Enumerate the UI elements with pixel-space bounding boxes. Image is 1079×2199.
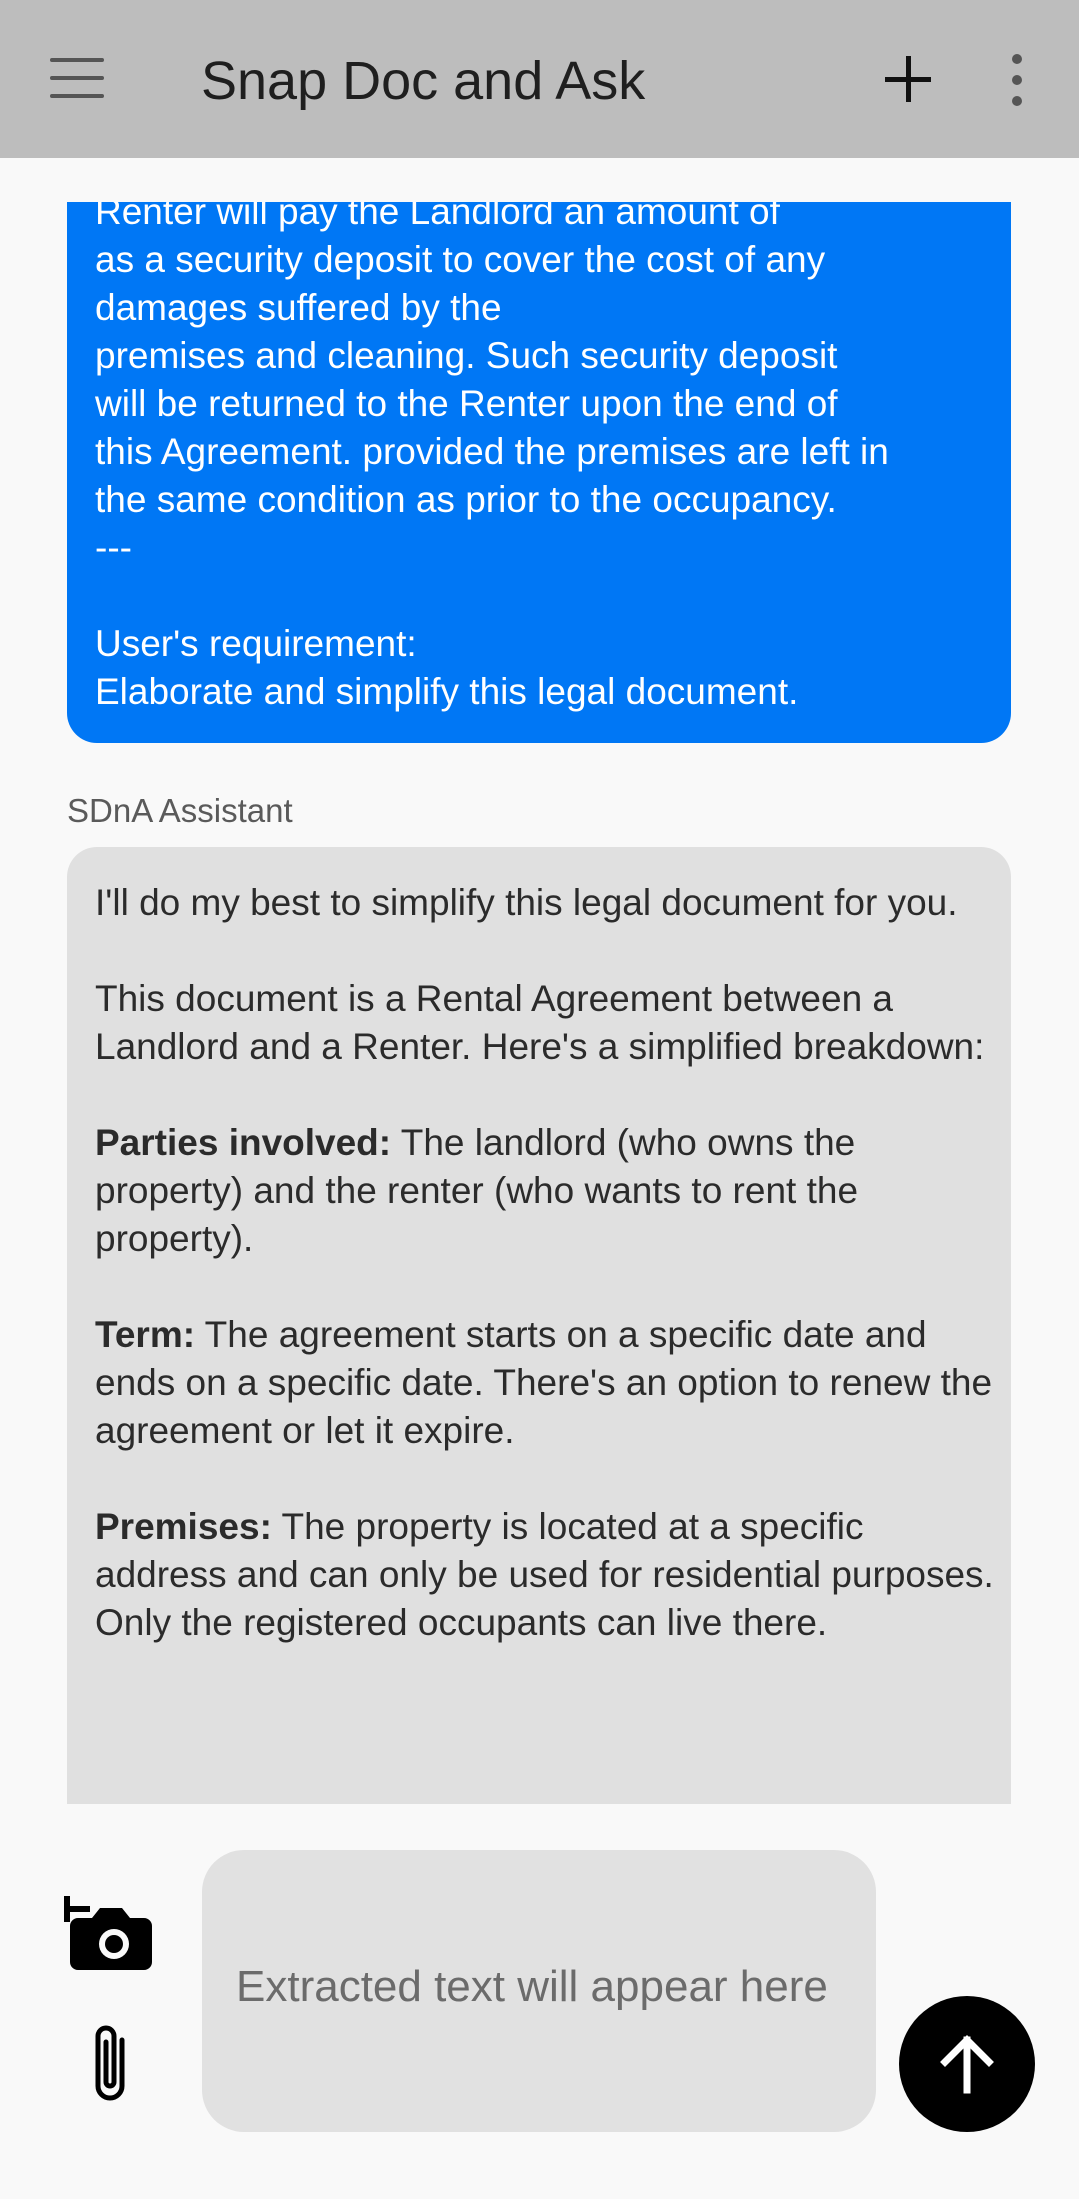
chat-area[interactable]: Renter will pay the Landlord an amount o… (0, 158, 1079, 1804)
user-message-bubble: Renter will pay the Landlord an amount o… (67, 202, 1011, 743)
input-placeholder: Extracted text will appear here (236, 1962, 828, 2011)
section-term: Term: The agreement starts on a specific… (95, 1311, 1000, 1455)
send-button[interactable] (899, 1996, 1035, 2132)
assistant-sender-label: SDnA Assistant (67, 792, 293, 829)
plus-icon[interactable] (885, 56, 931, 102)
app-bar: Snap Doc and Ask (0, 0, 1079, 158)
section-heading: Term: (95, 1314, 196, 1355)
app-title: Snap Doc and Ask (201, 51, 646, 111)
composer-area: Extracted text will appear here (0, 1804, 1079, 2199)
assistant-intro: I'll do my best to simplify this legal d… (95, 882, 958, 923)
section-parties: Parties involved: The landlord (who owns… (95, 1119, 1000, 1263)
section-premises: Premises: The property is located at a s… (95, 1503, 1000, 1647)
assistant-message-text: I'll do my best to simplify this legal d… (95, 879, 1000, 1695)
more-vert-icon[interactable] (1001, 52, 1033, 108)
hamburger-menu-icon[interactable] (50, 58, 106, 98)
attach-file-icon[interactable] (88, 2022, 136, 2110)
assistant-message-bubble: I'll do my best to simplify this legal d… (67, 847, 1011, 1804)
section-heading: Premises: (95, 1506, 272, 1547)
extracted-text-input[interactable]: Extracted text will appear here (202, 1850, 876, 2132)
add-a-photo-icon[interactable] (64, 1888, 156, 1972)
assistant-overview: This document is a Rental Agreement betw… (95, 978, 985, 1067)
user-message-text: Renter will pay the Landlord an amount o… (95, 202, 889, 712)
arrow-upward-icon (940, 2035, 994, 2094)
section-body: The agreement starts on a specific date … (95, 1314, 993, 1451)
section-heading: Parties involved: (95, 1122, 392, 1163)
